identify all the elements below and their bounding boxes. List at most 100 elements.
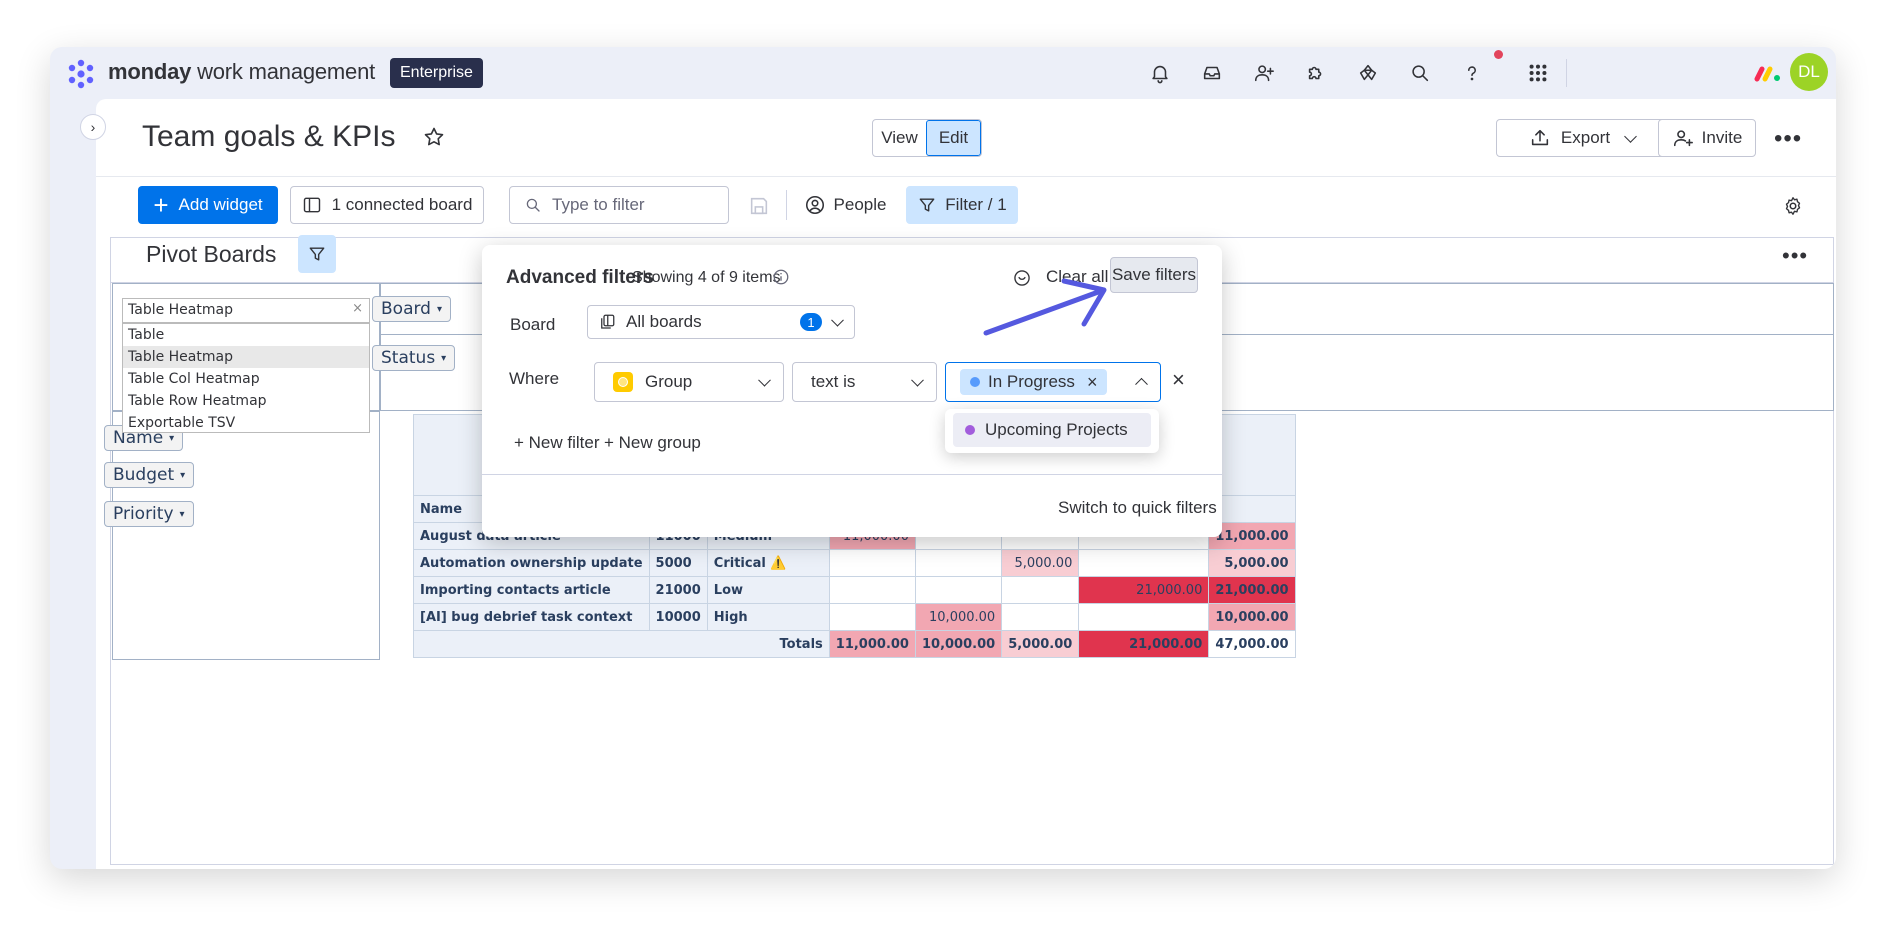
export-label: Export [1560, 128, 1611, 147]
table-row: Automation ownership update 5000 Critical … [413, 549, 1296, 577]
col-field-board[interactable]: Board ▾ [372, 296, 451, 322]
edit-mode-button[interactable]: Edit [926, 120, 981, 156]
add-widget-button[interactable]: + Add widget [138, 186, 278, 224]
row-name-cell: [AI] bug debrief task context [413, 603, 650, 631]
renderer-selected-value: Table Heatmap [128, 302, 233, 318]
caret-down-icon: ▾ [169, 432, 175, 444]
board-select-value: All boards [626, 312, 702, 331]
settings-gear-icon[interactable] [1782, 195, 1804, 217]
value-cell [914, 549, 1003, 577]
board-count-badge: 1 [800, 313, 822, 331]
row-priority-cell: High [706, 603, 830, 631]
new-filter-button[interactable]: + New filter [514, 433, 600, 453]
in-progress-label: In Progress [988, 372, 1075, 391]
save-view-disk-icon[interactable] [748, 195, 770, 217]
renderer-select[interactable]: Table Heatmap × [122, 298, 370, 323]
clear-icon[interactable]: × [352, 301, 363, 316]
save-filters-button[interactable]: Save filters [1110, 257, 1198, 293]
monday-apps-logo-icon[interactable] [1754, 61, 1784, 85]
inbox-icon[interactable] [1198, 59, 1226, 87]
value-cell: 21,000.00 [1078, 576, 1210, 604]
column-select-value: Group [645, 372, 693, 391]
value-select[interactable]: In Progress × [945, 362, 1161, 402]
add-widget-label: Add widget [178, 195, 263, 214]
row-budget-cell: 10000 [648, 603, 708, 631]
table-row: Importing contacts article 21000 Low 21,000… [413, 576, 1296, 604]
page-title: Team goals & KPIs [142, 120, 396, 153]
renderer-option[interactable]: Table [123, 324, 369, 346]
renderer-option[interactable]: Exportable TSV [123, 412, 369, 434]
table-row: [AI] bug debrief task context 10000 High 10… [413, 603, 1296, 631]
toolbar-separator [786, 190, 787, 220]
panel-divider [482, 474, 1222, 475]
favorite-star-icon[interactable] [422, 125, 446, 149]
condition-select-value: text is [811, 372, 856, 391]
remove-tag-icon[interactable]: × [1087, 372, 1098, 393]
widget-more-icon[interactable]: ••• [1782, 243, 1808, 269]
new-group-button[interactable]: + New group [604, 433, 701, 453]
more-actions-icon[interactable]: ••• [1774, 125, 1802, 153]
board-select[interactable]: All boards 1 [587, 305, 855, 339]
caret-down-icon: ▾ [436, 303, 442, 315]
apps-grid-icon[interactable] [1524, 59, 1552, 87]
row-total-cell: 21,000.00 [1208, 576, 1296, 604]
row-name-cell: Importing contacts article [413, 576, 650, 604]
export-button[interactable]: Export [1496, 119, 1668, 157]
renderer-option[interactable]: Table Row Heatmap [123, 390, 369, 412]
user-avatar[interactable]: DL [1790, 53, 1828, 91]
notification-dot [1494, 50, 1503, 59]
value-cell [1001, 603, 1080, 631]
value-cell [914, 576, 1003, 604]
value-cell: 5,000.00 [1001, 549, 1080, 577]
chevron-down-icon [758, 373, 771, 387]
row-total-cell: 5,000.00 [1208, 549, 1296, 577]
value-cell [1078, 549, 1210, 577]
row-budget-cell: 5000 [648, 549, 708, 577]
caret-down-icon: ▾ [179, 508, 185, 520]
invite-members-icon[interactable] [1250, 59, 1278, 87]
board-label: Board [510, 315, 556, 334]
condition-select[interactable]: text is [792, 362, 937, 402]
integrations-puzzle-icon[interactable] [1302, 59, 1330, 87]
notifications-bell-icon[interactable] [1146, 59, 1174, 87]
group-color-dot [965, 425, 975, 435]
marketplace-icon[interactable] [1354, 59, 1382, 87]
info-icon[interactable] [772, 268, 790, 286]
invite-button[interactable]: Invite [1658, 119, 1756, 157]
sidebar-expand-chevron-icon[interactable]: › [80, 114, 106, 140]
people-filter-button[interactable]: People [796, 186, 894, 224]
row-name-cell: Automation ownership update [413, 549, 650, 577]
boards-stack-icon [601, 314, 615, 329]
in-progress-tag: In Progress × [960, 369, 1108, 395]
upcoming-projects-option[interactable]: Upcoming Projects [953, 413, 1151, 447]
value-options-menu: Upcoming Projects [945, 409, 1159, 453]
search-icon[interactable] [1406, 59, 1434, 87]
row-field-priority[interactable]: Priority ▾ [104, 501, 194, 527]
remove-filter-icon[interactable]: × [1172, 369, 1185, 391]
filter-placeholder: Type to filter [552, 195, 645, 214]
switch-quick-filters-link[interactable]: Switch to quick filters [1058, 498, 1217, 518]
plus-icon: + [153, 190, 169, 220]
type-to-filter-input[interactable]: Type to filter [509, 186, 729, 224]
header-divider [96, 176, 1836, 177]
col-total-cell: 11,000.00 [828, 630, 916, 658]
row-priority-cell: Low [706, 576, 830, 604]
renderer-option[interactable]: Table Col Heatmap [123, 368, 369, 390]
row-field-budget[interactable]: Budget ▾ [104, 462, 195, 488]
widget-filter-button[interactable] [298, 235, 336, 273]
value-cell: 10,000.00 [914, 603, 1003, 631]
chevron-down-icon [1624, 129, 1637, 143]
monday-logo-icon[interactable] [64, 57, 98, 91]
filter-button[interactable]: Filter / 1 [906, 186, 1018, 224]
column-select[interactable]: Group [594, 362, 784, 402]
help-icon[interactable] [1458, 59, 1486, 87]
view-mode-button[interactable]: View [873, 120, 926, 156]
caret-down-icon: ▾ [180, 469, 186, 481]
product-name: monday work management [108, 59, 376, 84]
widget-title: Pivot Boards [146, 241, 277, 267]
renderer-option[interactable]: Table Heatmap [123, 346, 369, 368]
col-field-status[interactable]: Status ▾ [372, 345, 456, 371]
row-total-cell: 10,000.00 [1208, 603, 1296, 631]
chevron-down-icon [911, 373, 924, 387]
connected-board-button[interactable]: 1 connected board [290, 186, 484, 224]
